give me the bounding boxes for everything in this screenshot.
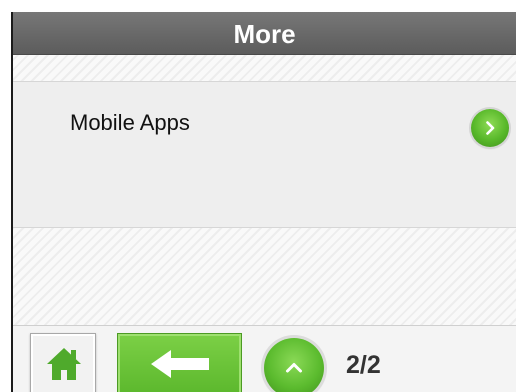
list-item-mobile-apps[interactable]: Mobile Apps [13,81,516,228]
screen: More Mobile Apps 2/2 [11,12,516,392]
arrow-left-icon [151,350,209,378]
page-up-button[interactable] [264,338,324,392]
title-bar: More [13,12,516,55]
home-button[interactable] [30,333,96,392]
chevron-up-icon [286,363,302,373]
home-icon [47,348,81,380]
page-title: More [233,19,296,49]
app-frame: More Mobile Apps 2/2 [0,0,516,392]
back-button[interactable] [117,333,242,392]
page-indicator: 2/2 [346,351,381,379]
list-item-label: Mobile Apps [70,110,190,135]
chevron-right-icon[interactable] [471,109,509,147]
bottom-toolbar: 2/2 [13,325,516,392]
